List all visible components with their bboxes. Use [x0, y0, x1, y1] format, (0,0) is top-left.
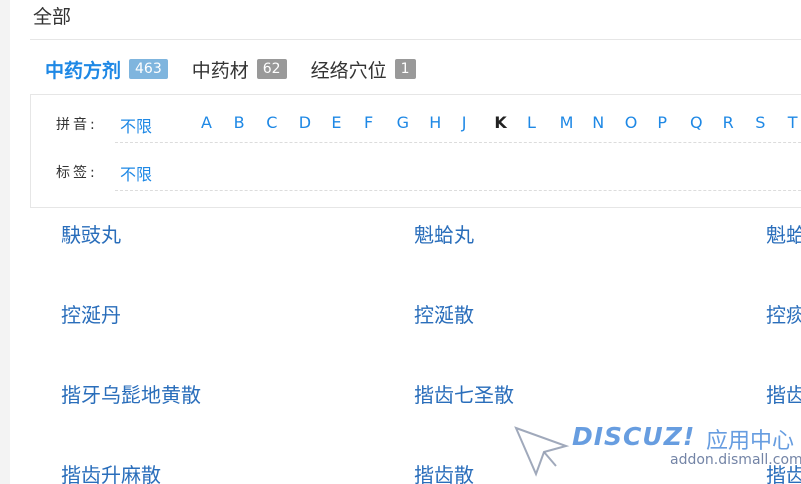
pinyin-letter-c[interactable]: C — [266, 113, 277, 132]
pinyin-letter-m[interactable]: M — [560, 113, 574, 132]
row-divider — [115, 142, 801, 143]
pinyin-letter-e[interactable]: E — [331, 113, 341, 132]
count-badge: 463 — [129, 59, 168, 79]
pinyin-letter-a[interactable]: A — [201, 113, 212, 132]
row-divider — [115, 190, 801, 191]
pinyin-letter-r[interactable]: R — [723, 113, 734, 132]
pinyin-letter-t[interactable]: T — [788, 113, 798, 132]
filter-panel: 拼音: 不限 A B C D E F G H J K L MN OP Q R S T 标签: 不限 — [30, 94, 801, 208]
pinyin-letter-k[interactable]: K — [494, 113, 506, 132]
pinyin-label: 拼音: — [56, 117, 98, 133]
page: 全部 中药方剂 463 中药材 62 经络穴位 1 拼音: 不限 A B C D E F G… — [10, 0, 801, 484]
formula-link[interactable]: 揩牙乌髭地黄散 — [61, 379, 201, 408]
pinyin-letter-h[interactable]: H — [429, 113, 441, 132]
pinyin-letter-d[interactable]: D — [299, 113, 311, 132]
formula-link[interactable]: 控涎散 — [414, 299, 474, 328]
pinyin-letter-s[interactable]: S — [755, 113, 765, 132]
pinyin-letter-g[interactable]: G — [397, 113, 409, 132]
pinyin-letter-q[interactable]: Q — [690, 113, 703, 132]
watermark-brand: DISCUZ! — [572, 422, 696, 451]
pinyin-letter-b[interactable]: B — [234, 113, 245, 132]
pinyin-letter-l[interactable]: L — [527, 113, 536, 132]
divider — [30, 39, 801, 40]
formula-link[interactable]: 控涎丹 — [61, 299, 121, 328]
formula-link[interactable]: 魁蛤 — [766, 219, 801, 248]
formula-link[interactable]: 揩齿 — [766, 379, 801, 408]
tab-herbs[interactable]: 中药材 62 — [192, 56, 287, 83]
watermark: DISCUZ! 应用中心 addon.dismall.com — [510, 420, 801, 484]
formula-link[interactable]: 揩齿七圣散 — [414, 379, 514, 408]
count-badge: 62 — [256, 59, 287, 79]
pinyin-letter-f[interactable]: F — [364, 113, 373, 132]
breadcrumb[interactable]: 全部 — [33, 2, 71, 29]
tab-label: 中药材 — [191, 59, 249, 82]
tab-acupoints[interactable]: 经络穴位 1 — [311, 56, 416, 83]
pinyin-unlimited[interactable]: 不限 — [120, 113, 152, 137]
pinyin-letter-o[interactable]: O — [625, 113, 638, 132]
tag-label: 标签: — [56, 165, 98, 181]
pinyin-letter-n[interactable]: N — [592, 113, 604, 132]
formula-link[interactable]: 魁蛤丸 — [414, 219, 474, 248]
count-badge: 1 — [394, 59, 416, 79]
formula-link[interactable]: 駃豉丸 — [61, 219, 121, 248]
tab-label: 中药方剂 — [45, 59, 122, 82]
tag-unlimited[interactable]: 不限 — [120, 161, 152, 185]
watermark-suffix: 应用中心 — [706, 429, 795, 454]
tab-formulas[interactable]: 中药方剂 463 — [45, 56, 168, 83]
tab-label: 经络穴位 — [310, 59, 387, 82]
formula-link[interactable]: 控痰 — [766, 299, 801, 328]
formula-link[interactable]: 揩齿散 — [414, 459, 474, 484]
watermark-url: addon.dismall.com — [670, 452, 801, 468]
category-tabs: 中药方剂 463 中药材 62 经络穴位 1 — [45, 54, 440, 84]
pinyin-letter-p[interactable]: P — [657, 113, 667, 132]
formula-link[interactable]: 揩齿升麻散 — [61, 459, 161, 484]
pinyin-letter-j[interactable]: J — [462, 113, 467, 132]
cursor-arrow-icon — [514, 426, 570, 477]
